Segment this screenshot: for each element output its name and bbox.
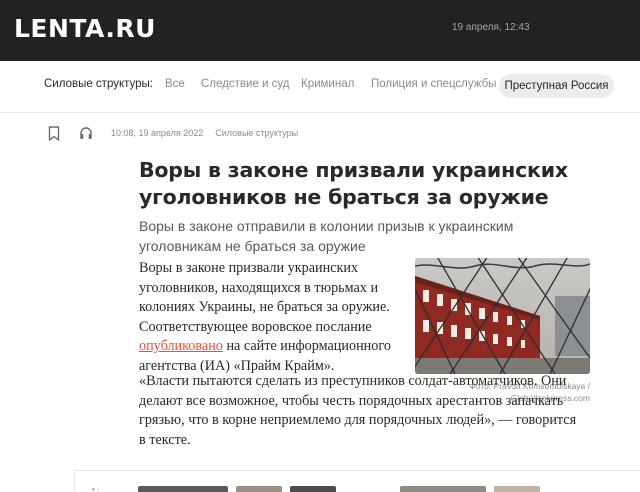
- article-title: Воры в законе призвали украинских уголов…: [139, 158, 568, 209]
- headphones-icon[interactable]: [77, 124, 95, 142]
- article-lead: Воры в законе отправили в колонии призыв…: [139, 218, 514, 254]
- paragraph-1-text-start: Воры в законе призвали украинских уголов…: [139, 260, 390, 335]
- article-meta: 10:08, 19 апреля 2022 Силовые структуры: [111, 128, 298, 138]
- article-paragraph-1: Воры в законе призвали украинских уголов…: [139, 259, 409, 376]
- article-paragraph-2: «Власти пытаются сделать из преступников…: [139, 373, 577, 448]
- more-dots-icon[interactable]: • ·: [92, 485, 100, 492]
- top-bar: LΕNTA.RU 19 апреля, 12:43: [0, 0, 640, 61]
- rubric-criminal-russia[interactable]: Преступная Россия: [499, 74, 614, 98]
- current-date: 19 апреля, 12:43: [452, 22, 530, 33]
- divider: [74, 470, 640, 471]
- related-thumb[interactable]: [494, 486, 540, 492]
- related-thumb[interactable]: [400, 486, 486, 492]
- site-logo[interactable]: LΕNTA.RU: [14, 12, 156, 44]
- related-thumb[interactable]: [138, 486, 228, 492]
- divider-vertical: [74, 470, 75, 492]
- rubric-police[interactable]: Полиция и спецслужбы: [371, 78, 496, 90]
- article-rubric-link[interactable]: Силовые структуры: [215, 128, 298, 138]
- article-photo: [415, 258, 590, 374]
- bookmark-icon[interactable]: [45, 124, 63, 142]
- article-datetime: 10:08, 19 апреля 2022: [111, 128, 204, 138]
- related-thumb[interactable]: [236, 486, 282, 492]
- rubric-investigation[interactable]: Следствие и суд: [201, 78, 289, 90]
- rubric-crime[interactable]: Криминал: [301, 78, 354, 90]
- related-thumb[interactable]: [290, 486, 336, 492]
- source-link[interactable]: опубликовано: [139, 338, 223, 354]
- rubric-all[interactable]: Все: [165, 78, 185, 90]
- rubrics-title: Силовые структуры:: [44, 78, 153, 90]
